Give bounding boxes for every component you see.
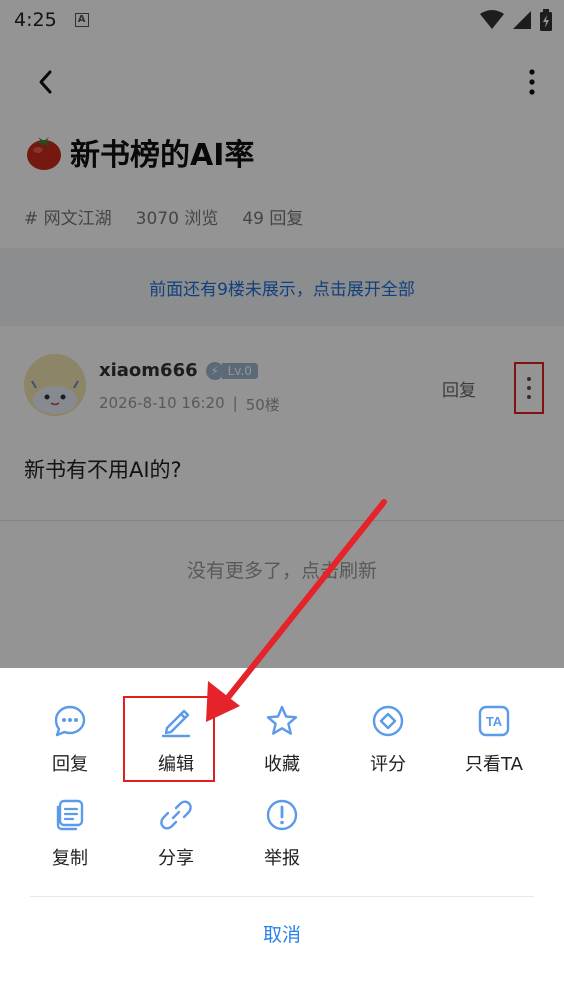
action-reply[interactable]: 回复	[20, 704, 120, 776]
ta-icon-text: TA	[486, 714, 503, 729]
link-icon	[159, 798, 193, 832]
chat-bubble-icon	[53, 704, 87, 738]
action-label: 收藏	[264, 754, 300, 775]
ta-icon: TA	[477, 704, 511, 738]
action-report[interactable]: 举报	[232, 798, 332, 870]
copy-icon	[53, 798, 87, 832]
action-only-ta[interactable]: TA 只看TA	[444, 704, 544, 776]
action-sheet: 回复 编辑 收藏 评分 TA 只看TA 复制 分享 举报 取消	[0, 668, 564, 1004]
diamond-rating-icon	[371, 704, 405, 738]
action-label: 评分	[370, 754, 406, 775]
action-label: 只看TA	[465, 754, 523, 775]
sheet-divider	[30, 896, 534, 897]
star-icon	[265, 704, 299, 738]
report-icon	[265, 798, 299, 832]
highlight-box	[123, 696, 215, 782]
cancel-button[interactable]: 取消	[0, 920, 564, 947]
modal-overlay[interactable]	[0, 0, 564, 668]
action-share[interactable]: 分享	[126, 798, 226, 870]
action-copy[interactable]: 复制	[20, 798, 120, 870]
action-label: 分享	[158, 848, 194, 869]
action-favorite[interactable]: 收藏	[232, 704, 332, 776]
action-rate[interactable]: 评分	[338, 704, 438, 776]
action-label: 回复	[52, 754, 88, 775]
action-label: 复制	[52, 848, 88, 869]
action-label: 举报	[264, 848, 300, 869]
